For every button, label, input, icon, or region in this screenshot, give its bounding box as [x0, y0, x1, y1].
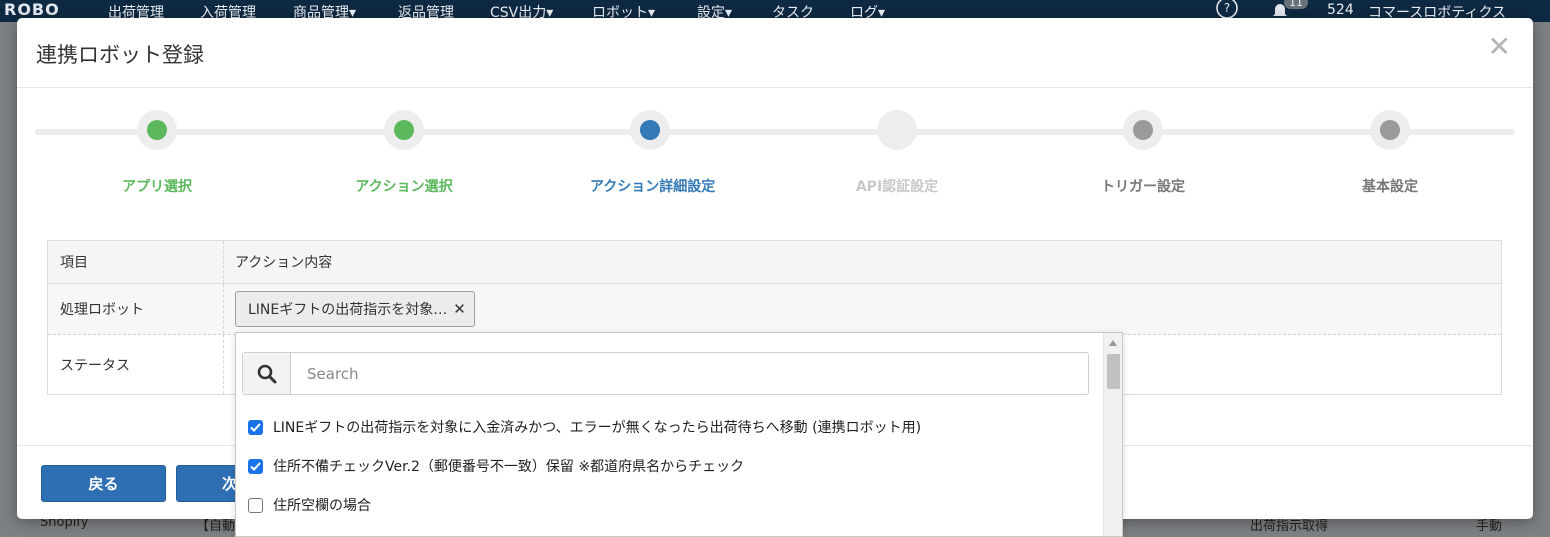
step-label: アプリ選択: [122, 179, 192, 195]
dropdown-option[interactable]: 住所空欄の場合: [248, 493, 371, 517]
step-dot: [1380, 120, 1400, 140]
checkbox-unchecked-icon[interactable]: [248, 497, 263, 513]
step-label: API認証設定: [855, 179, 939, 195]
scroll-thumb[interactable]: [1107, 354, 1120, 389]
option-label: 住所空欄の場合: [273, 498, 371, 514]
robot-row-value: LINEギフトの出荷指示を対象… ✕: [224, 284, 1501, 334]
step-api-auth: API認証設定: [837, 110, 957, 196]
robot-select-dropdown: LINEギフトの出荷指示を対象に入金済みかつ、エラーが無くなったら出荷待ちへ移動…: [235, 332, 1123, 537]
wizard-stepper: アプリ選択 アクション選択 アクション詳細設定 API認証設定 トリガー設定 基…: [35, 110, 1515, 210]
step-dot: [887, 120, 907, 140]
back-button[interactable]: 戻る: [41, 465, 166, 502]
dropdown-scrollbar[interactable]: [1103, 333, 1122, 536]
step-label: トリガー設定: [1101, 179, 1185, 195]
step-trigger: トリガー設定: [1083, 110, 1203, 196]
option-label: 住所不備チェックVer.2（郵便番号不一致）保留 ※都道府県名からチェック: [273, 459, 745, 475]
step-action-detail: アクション詳細設定: [590, 110, 716, 196]
modal-header: 連携ロボット登録 ✕: [17, 18, 1533, 88]
step-dot: [1133, 120, 1153, 140]
dropdown-search: [242, 352, 1089, 395]
close-icon[interactable]: ✕: [1488, 33, 1511, 61]
step-app-select: アプリ選択: [97, 110, 217, 196]
option-label: LINEギフトの出荷指示を対象に入金済みかつ、エラーが無くなったら出荷待ちへ移動…: [273, 420, 922, 436]
search-input[interactable]: [292, 353, 1087, 394]
selected-robot-tag[interactable]: LINEギフトの出荷指示を対象… ✕: [235, 291, 475, 327]
step-action-select: アクション選択: [344, 110, 464, 196]
selected-robot-tag-label: LINEギフトの出荷指示を対象…: [248, 302, 448, 318]
dropdown-option[interactable]: 住所不備チェックVer.2（郵便番号不一致）保留 ※都道府県名からチェック: [248, 454, 744, 478]
step-label: 基本設定: [1362, 179, 1418, 195]
step-basic: 基本設定: [1330, 110, 1450, 196]
stepper-track: [35, 129, 1515, 135]
header-item: 項目: [48, 241, 224, 283]
step-dot: [147, 120, 167, 140]
modal-title: 連携ロボット登録: [36, 43, 204, 67]
step-dot: [640, 120, 660, 140]
robot-row-label: 処理ロボット: [48, 284, 224, 334]
dropdown-option[interactable]: LINEギフトの出荷指示を対象に入金済みかつ、エラーが無くなったら出荷待ちへ移動…: [248, 415, 921, 439]
step-dot: [394, 120, 414, 140]
status-row-label: ステータス: [48, 335, 224, 394]
checkbox-checked-icon[interactable]: [248, 458, 263, 474]
step-label: アクション詳細設定: [590, 179, 716, 195]
search-icon: [243, 353, 291, 394]
remove-tag-icon[interactable]: ✕: [453, 300, 466, 318]
header-content: アクション内容: [235, 255, 333, 271]
step-label: アクション選択: [355, 179, 453, 195]
table-row-robot: 処理ロボット LINEギフトの出荷指示を対象… ✕: [48, 284, 1501, 335]
checkbox-checked-icon[interactable]: [248, 419, 263, 435]
scroll-up-icon[interactable]: [1109, 340, 1117, 346]
table-header-row: 項目 アクション内容: [48, 241, 1501, 284]
